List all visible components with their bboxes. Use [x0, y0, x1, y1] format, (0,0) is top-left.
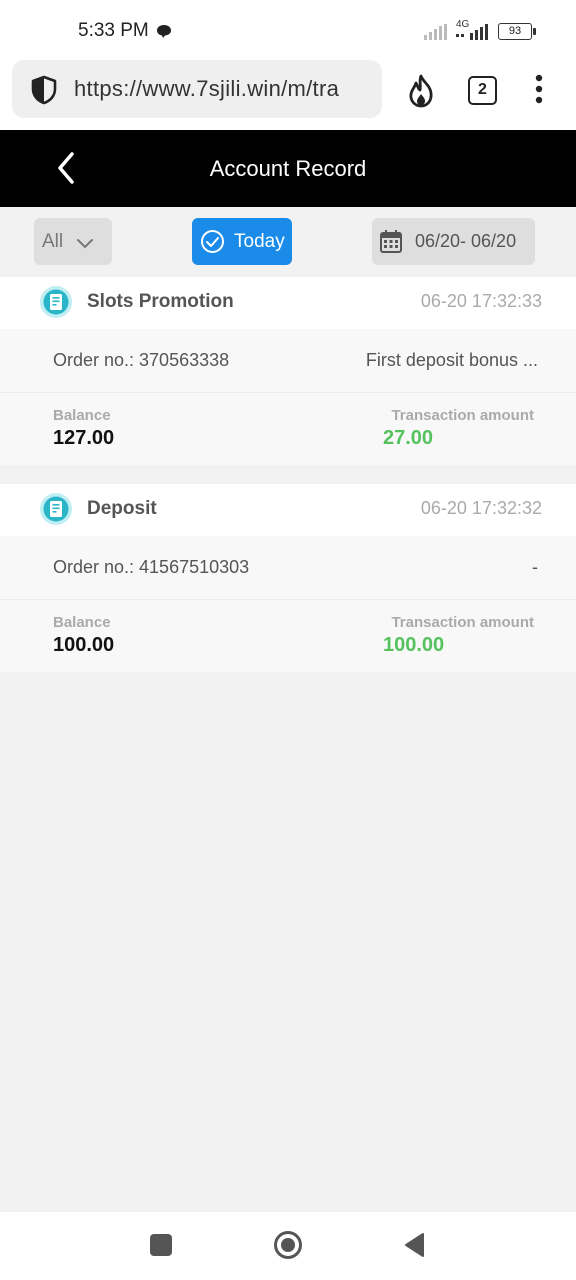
date-range-picker[interactable]: 06/20- 06/20: [372, 218, 535, 265]
filter-bar: All Today 06/20- 06/20: [0, 207, 576, 277]
balance-label: Balance: [53, 614, 111, 631]
balance-value: 100.00: [53, 634, 115, 656]
shield-icon[interactable]: [28, 74, 60, 111]
fire-icon[interactable]: [406, 74, 436, 113]
battery-tip: [533, 28, 536, 35]
battery-level: 93: [498, 23, 532, 40]
record-amount-row: Balance 127.00 Transaction amount 27.00: [0, 393, 576, 465]
record-order-row: Order no.: 370563338 First deposit bonus…: [0, 329, 576, 393]
url-text[interactable]: https://www.7sjili.win/m/tra: [74, 76, 339, 102]
tabs-counter-button[interactable]: 2: [468, 76, 497, 105]
address-bar[interactable]: https://www.7sjili.win/m/tra: [12, 60, 382, 118]
date-range-label: 06/20- 06/20: [415, 231, 517, 251]
chat-bubble-icon: [156, 24, 172, 44]
record-order-row: Order no.: 41567510303 -: [0, 536, 576, 600]
status-time: 5:33 PM: [78, 20, 149, 41]
receipt-icon: [39, 285, 73, 324]
check-circle-icon: [200, 229, 225, 259]
today-filter-button[interactable]: Today: [192, 218, 292, 265]
browser-toolbar: https://www.7sjili.win/m/tra 2: [0, 60, 576, 130]
order-number: Order no.: 370563338: [53, 350, 230, 370]
calendar-icon: [380, 230, 402, 258]
balance-value: 127.00: [53, 427, 115, 449]
status-bar: 5:33 PM 4G 93: [0, 0, 576, 62]
back-triangle-icon[interactable]: [403, 1232, 425, 1263]
transaction-amount-label: Transaction amount: [391, 614, 534, 631]
signal-strong-icon: [456, 24, 492, 45]
transaction-amount-value: 100.00: [383, 634, 445, 656]
record-header: Deposit 06-20 17:32:32: [0, 484, 576, 536]
receipt-icon: [39, 492, 73, 531]
more-options-icon[interactable]: [534, 74, 544, 111]
transaction-amount-label: Transaction amount: [391, 407, 534, 424]
chevron-down-icon: [76, 236, 94, 254]
type-filter-dropdown[interactable]: All: [34, 218, 112, 265]
record-header: Slots Promotion 06-20 17:32:33: [0, 277, 576, 329]
balance-label: Balance: [53, 407, 111, 424]
record-type: Deposit: [87, 498, 157, 519]
record-description: -: [532, 557, 538, 577]
system-nav-bar: [0, 1212, 576, 1280]
record-type: Slots Promotion: [87, 291, 234, 312]
record-time: 06-20 17:32:32: [420, 498, 542, 518]
page-title: Account Record: [209, 156, 367, 181]
transaction-amount-value: 27.00: [383, 427, 434, 449]
record-time: 06-20 17:32:33: [420, 291, 542, 311]
recent-apps-icon[interactable]: [150, 1234, 172, 1256]
today-filter-label: Today: [234, 231, 285, 252]
record-description: First deposit bonus ...: [365, 350, 538, 370]
home-icon[interactable]: [273, 1230, 303, 1265]
signal-weak-icon: [424, 24, 450, 45]
type-filter-label: All: [42, 231, 64, 252]
record-amount-row: Balance 100.00 Transaction amount 100.00: [0, 600, 576, 672]
order-number: Order no.: 41567510303: [53, 557, 250, 577]
app-header: Account Record: [0, 130, 576, 207]
